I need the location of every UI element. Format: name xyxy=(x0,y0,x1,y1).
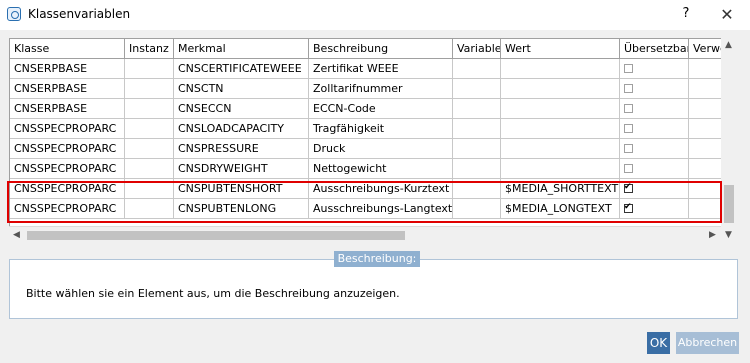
col-uebersetzbar-header[interactable]: Übersetzbar xyxy=(620,39,689,59)
scroll-left-icon[interactable]: ◀ xyxy=(13,230,20,240)
klasse-cell[interactable]: CNSSPECPROPARC xyxy=(10,159,125,179)
description-label: Beschreibung: xyxy=(334,251,420,267)
wert-cell[interactable]: $MEDIA_SHORTTEXT xyxy=(501,179,620,199)
variables-grid: Klasse Instanz Merkmal Beschreibung Variable… xyxy=(9,38,722,243)
ok-button[interactable]: OK xyxy=(647,332,670,354)
translatable-checkbox[interactable] xyxy=(624,144,633,153)
variable-cell[interactable] xyxy=(453,79,501,99)
wert-cell[interactable]: $MEDIA_LONGTEXT xyxy=(501,199,620,219)
beschreibung-cell[interactable]: ECCN-Code xyxy=(309,99,453,119)
klasse-cell[interactable]: CNSSPECPROPARC xyxy=(10,199,125,219)
description-text: Bitte wählen sie ein Element aus, um die… xyxy=(26,287,400,300)
translatable-checkbox[interactable] xyxy=(624,64,633,73)
wert-cell[interactable] xyxy=(501,139,620,159)
verwe-cell[interactable] xyxy=(689,179,721,199)
klasse-cell[interactable]: CNSSPECPROPARC xyxy=(10,119,125,139)
klasse-cell[interactable]: CNSSPECPROPARC xyxy=(10,139,125,159)
merkmal-cell[interactable]: CNSDRYWEIGHT xyxy=(174,159,309,179)
translatable-cell[interactable] xyxy=(620,199,689,219)
translatable-cell[interactable] xyxy=(620,59,689,79)
beschreibung-cell[interactable]: Druck xyxy=(309,139,453,159)
horizontal-scrollbar[interactable]: ◀ ▶ xyxy=(9,226,721,243)
merkmal-cell[interactable]: CNSCTN xyxy=(174,79,309,99)
scroll-right-icon[interactable]: ▶ xyxy=(709,230,716,240)
klasse-cell[interactable]: CNSERPBASE xyxy=(10,59,125,79)
close-icon[interactable]: ✕ xyxy=(716,4,738,26)
merkmal-cell[interactable]: CNSCERTIFICATEWEEE xyxy=(174,59,309,79)
instanz-cell[interactable] xyxy=(125,79,174,99)
merkmal-cell[interactable]: CNSLOADCAPACITY xyxy=(174,119,309,139)
translatable-cell[interactable] xyxy=(620,99,689,119)
col-merkmal-header[interactable]: Merkmal xyxy=(174,39,309,59)
verwe-cell[interactable] xyxy=(689,199,721,219)
beschreibung-cell[interactable]: Zertifikat WEEE xyxy=(309,59,453,79)
instanz-cell[interactable] xyxy=(125,199,174,219)
variable-cell[interactable] xyxy=(453,179,501,199)
col-beschreibung-header[interactable]: Beschreibung xyxy=(309,39,453,59)
verwe-cell[interactable] xyxy=(689,159,721,179)
col-variable-header[interactable]: Variable xyxy=(453,39,501,59)
help-button[interactable]: ? xyxy=(676,4,696,24)
col-verwe-header[interactable]: Verwe xyxy=(689,39,721,59)
col-instanz-header[interactable]: Instanz xyxy=(125,39,174,59)
merkmal-cell[interactable]: CNSPUBTENSHORT xyxy=(174,179,309,199)
horizontal-scroll-thumb[interactable] xyxy=(27,231,405,240)
translatable-cell[interactable] xyxy=(620,179,689,199)
merkmal-cell[interactable]: CNSECCN xyxy=(174,99,309,119)
instanz-cell[interactable] xyxy=(125,179,174,199)
beschreibung-cell[interactable]: Nettogewicht xyxy=(309,159,453,179)
translatable-checkbox[interactable] xyxy=(624,104,633,113)
beschreibung-cell[interactable]: Zolltarifnummer xyxy=(309,79,453,99)
col-klasse-header[interactable]: Klasse xyxy=(10,39,125,59)
wert-cell[interactable] xyxy=(501,59,620,79)
instanz-cell[interactable] xyxy=(125,59,174,79)
translatable-checkbox[interactable] xyxy=(624,124,633,133)
klasse-cell[interactable]: CNSERPBASE xyxy=(10,79,125,99)
vertical-scroll-thumb[interactable] xyxy=(724,185,734,223)
wert-cell[interactable] xyxy=(501,79,620,99)
scroll-up-icon[interactable]: ▲ xyxy=(725,40,732,50)
translatable-checkbox[interactable] xyxy=(624,201,633,213)
scroll-down-icon[interactable]: ▼ xyxy=(725,230,732,240)
wert-cell[interactable] xyxy=(501,159,620,179)
translatable-cell[interactable] xyxy=(620,159,689,179)
variable-cell[interactable] xyxy=(453,199,501,219)
translatable-cell[interactable] xyxy=(620,79,689,99)
translatable-checkbox[interactable] xyxy=(624,164,633,173)
verwe-cell[interactable] xyxy=(689,99,721,119)
beschreibung-cell[interactable]: Ausschreibungs-Kurztext xyxy=(309,179,453,199)
variable-cell[interactable] xyxy=(453,119,501,139)
variable-cell[interactable] xyxy=(453,99,501,119)
klasse-cell[interactable]: CNSERPBASE xyxy=(10,99,125,119)
variable-cell[interactable] xyxy=(453,139,501,159)
instanz-cell[interactable] xyxy=(125,99,174,119)
col-wert-header[interactable]: Wert xyxy=(501,39,620,59)
wert-cell[interactable] xyxy=(501,119,620,139)
verwe-cell[interactable] xyxy=(689,59,721,79)
cancel-button[interactable]: Abbrechen xyxy=(676,332,739,354)
translatable-checkbox[interactable] xyxy=(624,181,633,193)
verwe-cell[interactable] xyxy=(689,139,721,159)
merkmal-cell[interactable]: CNSPRESSURE xyxy=(174,139,309,159)
instanz-cell[interactable] xyxy=(125,139,174,159)
translatable-cell[interactable] xyxy=(620,119,689,139)
wert-cell[interactable] xyxy=(501,99,620,119)
merkmal-cell[interactable]: CNSPUBTENLONG xyxy=(174,199,309,219)
title-bar: Klassenvariablen ? ✕ xyxy=(0,0,750,30)
instanz-cell[interactable] xyxy=(125,119,174,139)
instanz-cell[interactable] xyxy=(125,159,174,179)
window-title: Klassenvariablen xyxy=(28,7,131,21)
variable-cell[interactable] xyxy=(453,59,501,79)
vertical-scrollbar[interactable]: ▲ ▼ xyxy=(721,38,738,243)
klasse-cell[interactable]: CNSSPECPROPARC xyxy=(10,179,125,199)
translatable-checkbox[interactable] xyxy=(624,84,633,93)
verwe-cell[interactable] xyxy=(689,79,721,99)
app-icon xyxy=(7,7,21,21)
translatable-cell[interactable] xyxy=(620,139,689,159)
verwe-cell[interactable] xyxy=(689,119,721,139)
variable-cell[interactable] xyxy=(453,159,501,179)
beschreibung-cell[interactable]: Tragfähigkeit xyxy=(309,119,453,139)
beschreibung-cell[interactable]: Ausschreibungs-Langtext xyxy=(309,199,453,219)
